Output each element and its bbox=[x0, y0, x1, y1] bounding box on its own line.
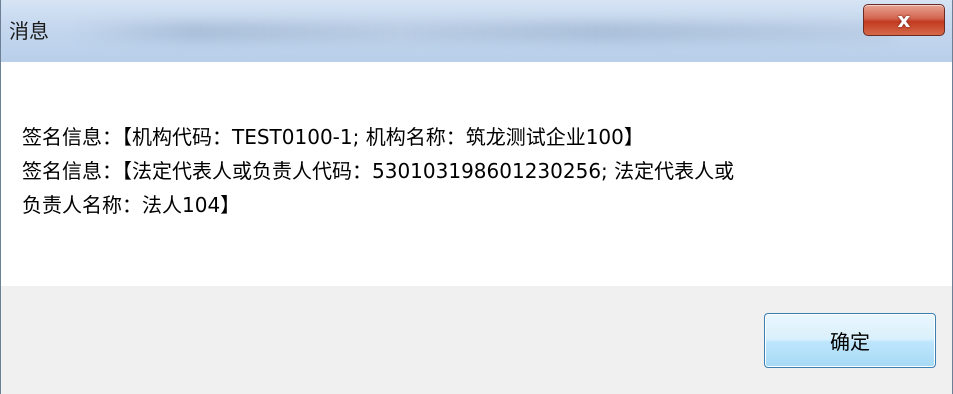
dialog-content: 签名信息：【机构代码：TEST0100-1; 机构名称：筑龙测试企业100】 签… bbox=[1, 62, 952, 286]
title-bar-background bbox=[71, 22, 891, 42]
close-button[interactable]: x bbox=[863, 4, 945, 36]
dialog-footer: 确定 bbox=[1, 286, 952, 394]
ok-button[interactable]: 确定 bbox=[764, 313, 936, 368]
message-line: 签名信息：【机构代码：TEST0100-1; 机构名称：筑龙测试企业100】 bbox=[22, 125, 644, 149]
close-icon: x bbox=[897, 8, 911, 32]
message-line: 签名信息：【法定代表人或负责人代码：530103198601230256; 法定… bbox=[22, 159, 735, 183]
message-text: 签名信息：【机构代码：TEST0100-1; 机构名称：筑龙测试企业100】 签… bbox=[22, 120, 912, 222]
title-bar[interactable]: 消息 x bbox=[1, 0, 952, 62]
message-dialog: 消息 x 签名信息：【机构代码：TEST0100-1; 机构名称：筑龙测试企业1… bbox=[0, 0, 953, 394]
window-title: 消息 bbox=[9, 19, 49, 43]
message-line: 负责人名称：法人104】 bbox=[22, 193, 241, 217]
